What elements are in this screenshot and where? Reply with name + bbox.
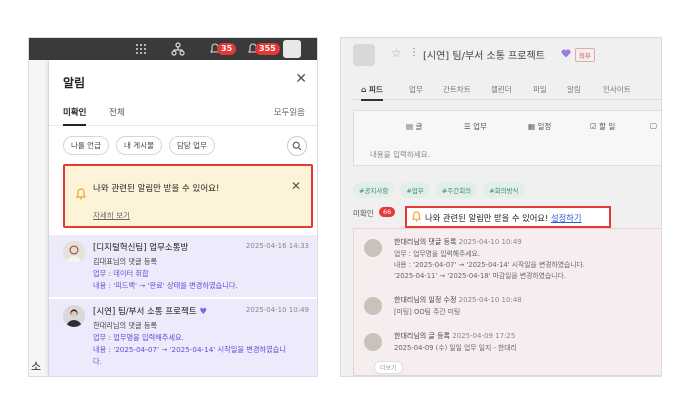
background-text: 소리 — [31, 360, 42, 373]
list-item[interactable]: [디지털혁신팀] 업무소통방 2025-04-16 14:33 김대표님의 댓글… — [49, 235, 317, 297]
notice-details-link[interactable]: 자세히 보기 — [93, 210, 130, 221]
avatar — [364, 297, 382, 315]
item-line: 2025-04-09 (수) 일일 업무 일지 - 한대리 — [394, 344, 517, 352]
tab-feed[interactable]: ⌂ 피드 — [361, 84, 383, 101]
item-line: 업무 : 데이터 취합 — [93, 269, 149, 278]
item-line: 내용 : '피드백' → '완료' 상태를 변경하였습니다. — [93, 281, 238, 290]
purple-heart-icon: ♥ — [199, 307, 207, 317]
item-line: 내용 : '2025-04-07' → '2025-04-14' 시작일을 변경… — [394, 261, 585, 269]
item-line: [미팅] OO팀 주간 미팅 — [394, 308, 461, 316]
hashtag[interactable]: #회의방식 — [483, 182, 525, 198]
background-page: 소리 — [29, 60, 49, 376]
item-title: [시연] 팀/부서 소통 프로젝트 ♥ — [93, 307, 207, 317]
chip-my-posts[interactable]: 내 게시물 — [115, 136, 162, 155]
alert-count-badge: 355 — [255, 43, 280, 55]
purple-heart-icon — [561, 49, 571, 58]
post-composer: ▤ 글 ☰ 업무 ▦ 일정 ☑ 할 일 ▢ 내용을 입력하세요. — [353, 110, 661, 166]
search-icon — [292, 141, 302, 151]
close-icon[interactable]: ✕ — [295, 71, 307, 87]
tab-all[interactable]: 전체 — [109, 106, 125, 118]
project-tabs: ⌂ 피드 업무 간트차트 캘린더 파일 알림 인사이트 — [353, 80, 661, 101]
compose-todo-button[interactable]: ☑ 할 일 — [590, 121, 615, 132]
item-line: 김대표님의 댓글 등록 — [93, 257, 158, 266]
tab-insight[interactable]: 인사이트 — [603, 84, 631, 95]
tab-files[interactable]: 파일 — [533, 84, 547, 95]
compose-schedule-button[interactable]: ▦ 일정 — [528, 121, 551, 132]
more-icon[interactable]: ⋮ — [409, 47, 419, 58]
item-line: 한대리님의 댓글 등록 — [93, 321, 158, 330]
drawer-title: 알림 — [63, 76, 86, 90]
project-logo — [353, 44, 375, 66]
notification-tabs: 미확인 전체 모두읽음 — [49, 100, 317, 126]
item-title: 한대리님의 글 등록 2025-04-09 17:25 — [394, 332, 516, 340]
avatar — [63, 241, 85, 263]
item-line: 다. — [93, 357, 102, 366]
org-chart-icon[interactable] — [171, 41, 187, 57]
alert-bell-button[interactable]: 355 — [247, 41, 280, 57]
item-line: '2025-04-11' → '2025-04-18' 마감일을 변경하였습니다… — [394, 272, 566, 280]
hashtag[interactable]: #주간회의 — [435, 182, 478, 198]
project-title: [시연] 팀/부서 소통 프로젝트 — [423, 51, 545, 62]
mark-all-read-button[interactable]: 모두읽음 — [274, 106, 305, 118]
item-line: 내용 : '2025-04-07' → '2025-04-14' 시작일을 변경… — [93, 345, 286, 354]
chip-mentions[interactable]: 나를 언급 — [63, 136, 109, 155]
notice-text: 나와 관련된 알림만 받을 수 있어요! — [93, 184, 220, 194]
project-feed-screenshot: ☆ ⋮ [시연] 팀/부서 소통 프로젝트 외부 ⌂ 피드 업무 간트차트 캘린… — [340, 37, 662, 377]
notification-panel-screenshot: 35 355 소리 알림 ✕ 미확인 전체 모두읽음 나를 언급 내 게시물 담… — [28, 37, 318, 377]
item-line: 업무 : 업무명을 입력해주세요. — [93, 333, 184, 342]
unread-label: 미확인 — [353, 209, 374, 218]
search-button[interactable] — [287, 136, 307, 156]
tab-unread[interactable]: 미확인 — [63, 106, 87, 126]
item-title: [디지털혁신팀] 업무소통방 — [93, 243, 189, 253]
grid-icon[interactable] — [135, 41, 149, 57]
settings-link[interactable]: 설정하기 — [551, 213, 582, 223]
item-line: 업무 : 업무명을 입력해주세요. — [394, 250, 480, 258]
unread-count-badge: 66 — [379, 207, 396, 217]
close-icon[interactable]: ✕ — [291, 179, 301, 193]
filter-chips: 나를 언급 내 게시물 담당 업무 — [63, 136, 215, 155]
tab-calendar[interactable]: 캘린더 — [491, 84, 512, 95]
hashtag[interactable]: #업무 — [400, 182, 430, 198]
notification-drawer: 알림 ✕ 미확인 전체 모두읽음 나를 언급 내 게시물 담당 업무 나와 관련… — [49, 60, 317, 376]
avatar — [63, 305, 85, 327]
external-badge: 외부 — [575, 48, 595, 62]
compose-task-button[interactable]: ☰ 업무 — [464, 121, 487, 132]
star-icon[interactable]: ☆ — [391, 46, 402, 60]
top-bar: 35 355 — [29, 38, 317, 60]
composer-input[interactable]: 내용을 입력하세요. — [370, 149, 430, 160]
tab-gantt[interactable]: 간트차트 — [443, 84, 471, 95]
bell-icon — [76, 188, 86, 200]
avatar — [364, 333, 382, 351]
tab-tasks[interactable]: 업무 — [409, 84, 423, 95]
compose-more-icon[interactable]: ▢ — [650, 121, 657, 130]
notification-setting-notice: 나와 관련된 알림만 받을 수 있어요! 자세히 보기 ✕ — [63, 164, 313, 228]
notification-feed: 한대리님의 댓글 등록 2025-04-10 10:49 업무 : 업무명을 입… — [353, 228, 661, 376]
list-item[interactable]: [시연] 팀/부서 소통 프로젝트 ♥ 2025-04-10 10:49 한대리… — [49, 299, 317, 376]
more-button[interactable]: 더보기 — [374, 361, 403, 374]
item-title: 한대리님의 일정 수정 2025-04-10 10:48 — [394, 296, 522, 304]
notification-setting-notice: 나와 관련된 알림만 받을 수 있어요! 설정하기 — [405, 206, 611, 228]
hashtag[interactable]: #공지사항 — [353, 182, 395, 198]
notification-bell-button[interactable]: 35 — [209, 41, 237, 57]
avatar — [364, 239, 382, 257]
bell-icon — [411, 211, 422, 222]
item-title: 한대리님의 댓글 등록 2025-04-10 10:49 — [394, 238, 522, 246]
compose-post-button[interactable]: ▤ 글 — [406, 121, 422, 132]
chip-assigned-tasks[interactable]: 담당 업무 — [168, 136, 215, 155]
item-date: 2025-04-16 14:33 — [245, 242, 309, 250]
tab-notifications[interactable]: 알림 — [567, 84, 581, 95]
hashtag-list: #공지사항 #업무 #주간회의 #회의방식 — [353, 182, 525, 198]
notice-text: 나와 관련된 알림만 받을 수 있어요! 설정하기 — [425, 213, 582, 223]
notification-count-badge: 35 — [217, 43, 237, 55]
user-avatar[interactable] — [283, 40, 301, 58]
item-date: 2025-04-10 10:49 — [245, 306, 309, 314]
